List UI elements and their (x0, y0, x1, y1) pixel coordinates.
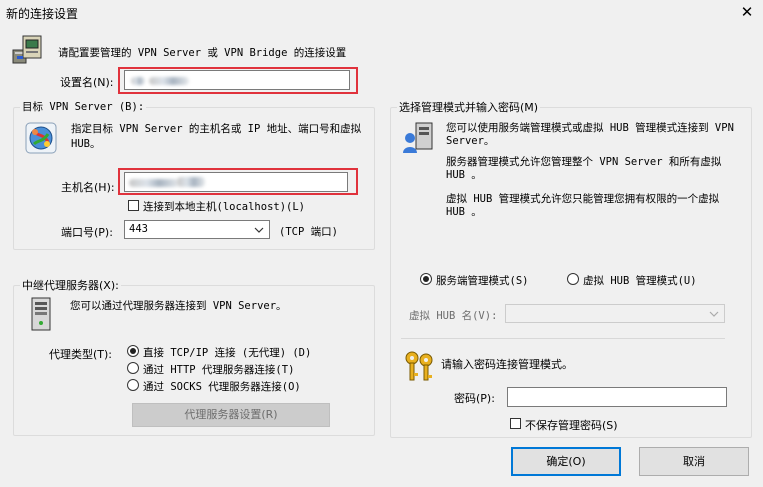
admin-desc-3: 虚拟 HUB 管理模式允许您只能管理您拥有权限的一个虚拟 HUB 。 (446, 193, 720, 218)
host-label: 主机名(H): (61, 181, 115, 194)
setting-name-label: 设置名(N): (60, 76, 114, 89)
proxy-socks-label[interactable]: 通过 SOCKS 代理服务器连接(O) (143, 379, 301, 394)
server-mode-label[interactable]: 服务端管理模式(S) (436, 273, 528, 288)
admin-separator (401, 338, 725, 339)
localhost-label[interactable]: 连接到本地主机(localhost)(L) (143, 199, 305, 214)
port-value: 443 (129, 223, 148, 235)
host-highlight (118, 168, 358, 195)
admin-desc-2: 服务器管理模式允许您管理整个 VPN Server 和所有虚拟 HUB 。 (446, 156, 722, 181)
hub-name-label: 虚拟 HUB 名(V): (409, 310, 498, 322)
hub-name-select[interactable] (505, 304, 725, 323)
proxy-type-label: 代理类型(T): (49, 348, 113, 361)
proxy-description: 您可以通过代理服务器连接到 VPN Server。 (70, 300, 287, 312)
hub-mode-label[interactable]: 虚拟 HUB 管理模式(U) (583, 273, 697, 288)
no-save-password-label[interactable]: 不保存管理密码(S) (525, 417, 618, 433)
server-computer-icon (11, 32, 45, 66)
window-title: 新的连接设置 (6, 7, 79, 21)
no-save-password-checkbox[interactable] (510, 418, 521, 429)
target-group-label: 目标 VPN Server (B): (20, 99, 147, 114)
proxy-socks-radio[interactable] (127, 379, 139, 391)
cancel-button[interactable]: 取消 (639, 447, 749, 476)
password-label: 密码(P): (454, 392, 495, 405)
localhost-checkbox[interactable] (128, 200, 139, 211)
port-suffix: (TCP 端口) (279, 226, 338, 238)
proxy-http-radio[interactable] (127, 362, 139, 374)
keys-icon (402, 349, 436, 383)
hub-mode-radio[interactable] (567, 273, 579, 285)
proxy-direct-radio[interactable] (127, 345, 139, 357)
users-computer-icon (401, 121, 435, 155)
proxy-direct-label[interactable]: 直接 TCP/IP 连接 (无代理) (D) (143, 345, 311, 360)
proxy-group-label: 中继代理服务器(X): (20, 277, 121, 293)
admin-desc-1: 您可以使用服务端管理模式或虚拟 HUB 管理模式连接到 VPN Server。 (446, 122, 734, 147)
proxy-computer-icon (29, 296, 53, 332)
chevron-down-icon (709, 311, 719, 317)
network-globe-icon (25, 122, 57, 154)
ok-button[interactable]: 确定(O) (511, 447, 621, 476)
password-input[interactable] (507, 387, 727, 407)
intro-text: 请配置要管理的 VPN Server 或 VPN Bridge 的连接设置 (58, 47, 347, 59)
port-select[interactable]: 443 (124, 220, 270, 239)
admin-group-label: 选择管理模式并输入密码(M) (397, 99, 541, 115)
setting-name-highlight (118, 67, 358, 94)
server-mode-radio[interactable] (420, 273, 432, 285)
target-description: 指定目标 VPN Server 的主机名或 IP 地址、端口号和虚拟 HUB。 (71, 123, 362, 150)
proxy-http-label[interactable]: 通过 HTTP 代理服务器连接(T) (143, 362, 294, 377)
close-icon[interactable]: ✕ (735, 2, 759, 22)
port-label: 端口号(P): (61, 226, 113, 239)
proxy-settings-button[interactable]: 代理服务器设置(R) (132, 403, 330, 427)
chevron-down-icon (254, 227, 264, 233)
password-prompt: 请输入密码连接管理模式。 (441, 358, 573, 371)
